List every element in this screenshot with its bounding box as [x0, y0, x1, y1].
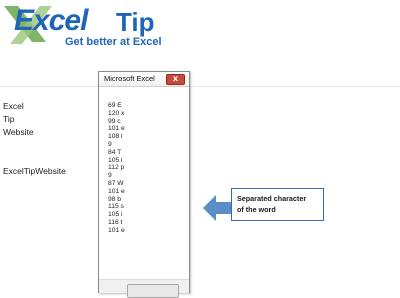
cell-a3[interactable]: Website [3, 127, 34, 137]
close-button[interactable]: x [166, 74, 185, 85]
message-line: 101 e [108, 187, 125, 195]
cell-a1[interactable]: Excel [3, 101, 24, 111]
message-line: 69 E [108, 102, 122, 109]
message-text: 69 E 120 x 99 c 101 e 108 l 9 84 T 105 i… [108, 102, 125, 235]
message-line: 108 l [108, 133, 123, 141]
message-box-title: Microsoft Excel [104, 74, 155, 83]
cell-result[interactable]: ExcelTipWebsite [3, 166, 66, 176]
logo-word: Excel [14, 4, 88, 37]
message-line: 9 [108, 172, 112, 180]
message-line: 115 s [108, 203, 124, 211]
message-line: 116 t [108, 218, 123, 226]
callout-line-2: of the word [237, 205, 276, 214]
left-arrow-icon [203, 195, 231, 221]
excel-tip-logo: Excel Tip Get better at Excel [0, 0, 175, 55]
callout-line-1: Separated character [237, 194, 307, 203]
message-line: 112 p [108, 164, 125, 172]
message-line: 101 e [108, 125, 125, 133]
message-box-titlebar[interactable]: Microsoft Excel x [99, 72, 189, 87]
logo-tip: Tip [116, 7, 155, 37]
message-line: 120 x [108, 109, 125, 117]
divider [0, 86, 400, 87]
message-box-footer [99, 279, 189, 298]
message-line: 105 i [108, 211, 123, 219]
message-line: 99 c [108, 117, 121, 125]
logo-tagline: Get better at Excel [65, 36, 162, 48]
callout-box: Separated character of the word [231, 188, 324, 221]
ok-button[interactable] [127, 284, 179, 298]
message-line: 84 T [108, 148, 122, 156]
message-box: Microsoft Excel x 69 E 120 x 99 c 101 e … [98, 71, 190, 298]
callout-text: Separated character of the word [237, 193, 306, 215]
message-line: 101 e [108, 226, 125, 234]
message-line: 98 b [108, 195, 122, 203]
message-line: 87 W [108, 179, 124, 187]
message-line: 9 [108, 140, 112, 148]
message-line: 105 i [108, 156, 123, 164]
close-icon: x [172, 74, 179, 83]
cell-a2[interactable]: Tip [3, 114, 15, 124]
